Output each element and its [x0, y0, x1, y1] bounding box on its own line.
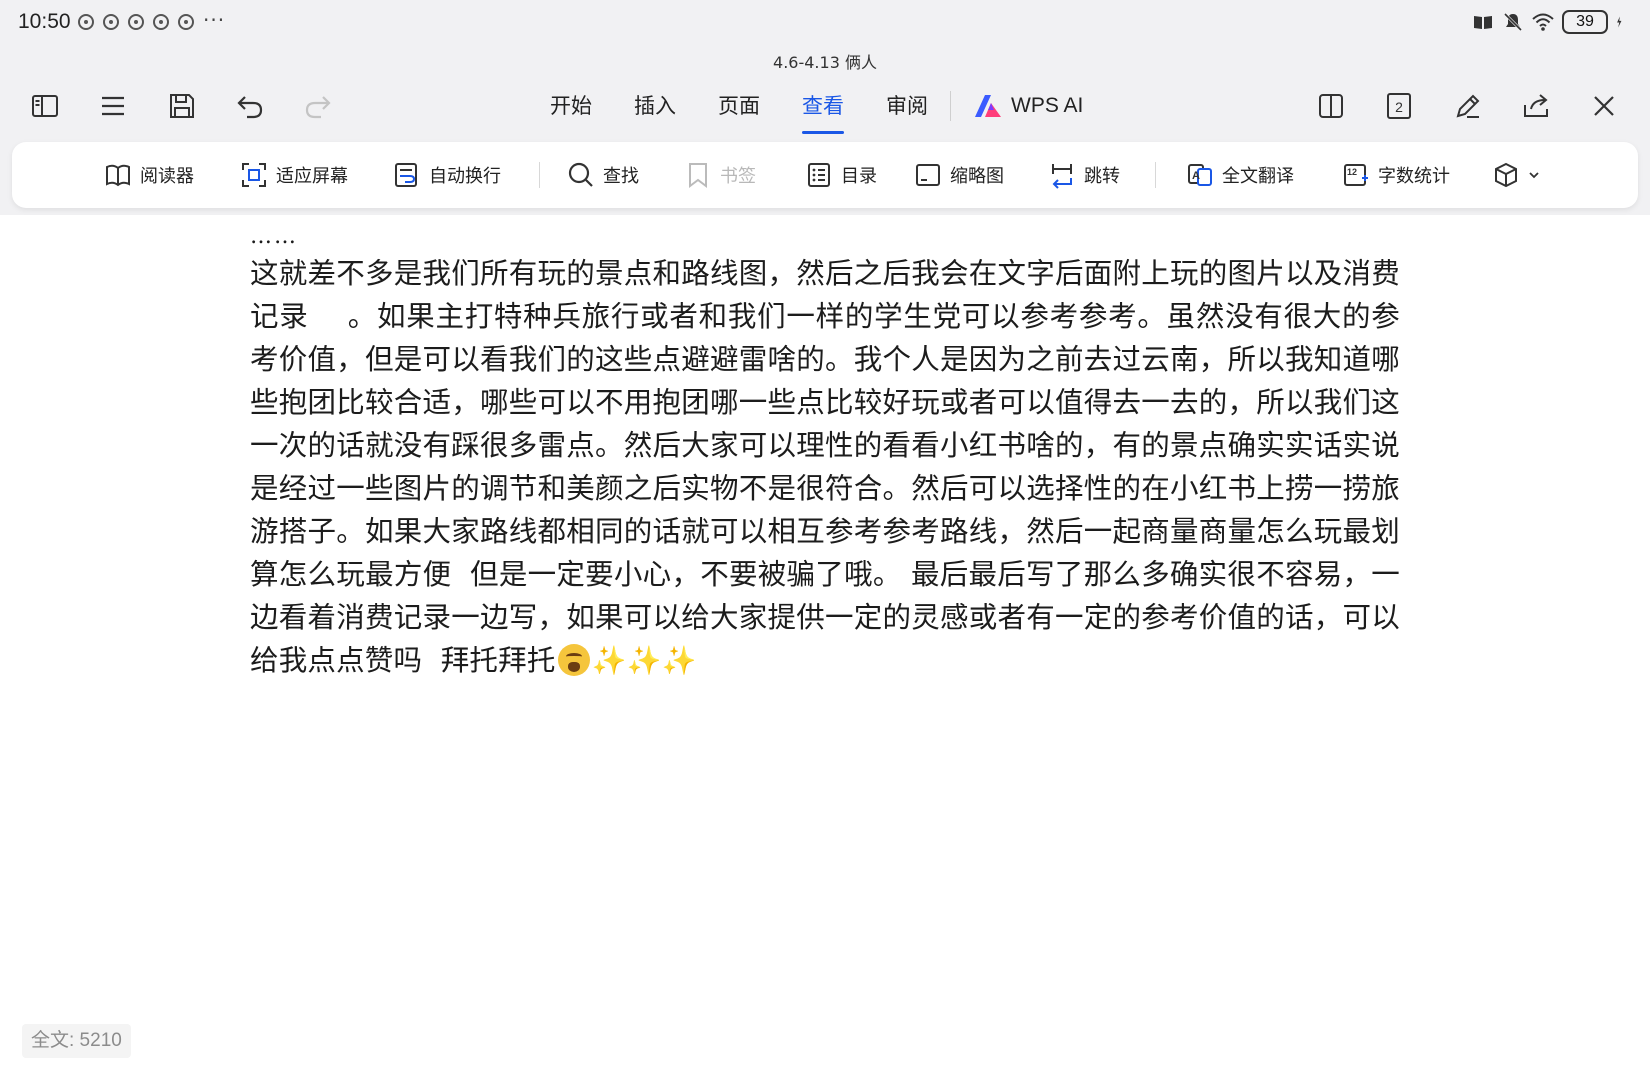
thumbnail-label: 缩略图: [950, 166, 1004, 187]
status-time: 10:50: [18, 10, 71, 33]
bookmark-button[interactable]: 书签: [684, 158, 756, 192]
more-tools-button[interactable]: [1492, 158, 1540, 192]
notification-icon: [78, 14, 94, 30]
translate-icon: A: [1188, 164, 1212, 186]
fit-screen-button[interactable]: 适应屏幕: [240, 158, 348, 192]
auto-wrap-button[interactable]: 自动换行: [393, 158, 501, 192]
svg-text:A: A: [1192, 170, 1200, 182]
book-open-icon: [106, 164, 130, 187]
status-right-group: 39: [1472, 10, 1628, 34]
bookmark-label: 书签: [720, 166, 756, 187]
wps-ai-button[interactable]: WPS AI: [973, 93, 1083, 119]
main-toolbar: 开始 插入 页面 查看 审阅 WPS AI 2: [0, 78, 1650, 134]
auto-wrap-icon: [395, 163, 417, 187]
toc-label: 目录: [841, 166, 877, 187]
crying-face-emoji-icon: [557, 644, 590, 676]
tab-view[interactable]: 查看: [802, 78, 844, 134]
charging-icon: [1617, 16, 1622, 28]
share-icon[interactable]: [1514, 84, 1558, 128]
undo-icon[interactable]: [228, 84, 272, 128]
notification-icon: [103, 14, 119, 30]
page-number-icon[interactable]: 2: [1377, 84, 1421, 128]
thumbnail-icon: [916, 164, 940, 186]
notification-icon: [128, 14, 144, 30]
ribbon-divider: [1155, 162, 1156, 188]
jump-icon: [1052, 164, 1072, 189]
translate-button[interactable]: A 全文翻译: [1186, 158, 1294, 192]
jump-label: 跳转: [1084, 166, 1120, 187]
battery-indicator: 39: [1562, 10, 1608, 34]
tab-divider: [950, 91, 951, 121]
table-of-contents-icon: [808, 163, 830, 187]
fit-screen-label: 适应屏幕: [276, 166, 348, 187]
edit-pen-icon[interactable]: [1446, 84, 1490, 128]
close-icon[interactable]: [1582, 84, 1626, 128]
word-count-indicator[interactable]: 全文: 5210: [22, 1024, 131, 1058]
document-content[interactable]: …… 这就差不多是我们所有玩的景点和路线图，然后之后我会在文字后面附上玩的图片以…: [250, 222, 1400, 682]
document-ellipsis: ……: [250, 224, 298, 249]
status-bar: 10:50 ··· 39: [0, 0, 1650, 46]
auto-wrap-label: 自动换行: [429, 166, 501, 187]
toc-button[interactable]: 目录: [805, 158, 877, 192]
redo-icon[interactable]: [296, 84, 340, 128]
document-title: 4.6-4.13 俩人: [773, 53, 877, 72]
translate-label: 全文翻译: [1222, 166, 1294, 187]
menu-icon[interactable]: [91, 84, 135, 128]
bookmark-icon: [689, 163, 707, 188]
find-label: 查找: [603, 166, 639, 187]
search-icon: [568, 162, 593, 187]
sidebar-icon[interactable]: [23, 84, 67, 128]
wifi-icon: [1532, 13, 1554, 31]
word-count-label: 字数统计: [1378, 166, 1450, 187]
paragraph-text: 这就差不多是我们所有玩的景点和路线图，然后之后我会在文字后面附上玩的图片以及消费…: [250, 257, 1400, 677]
thumbnail-button[interactable]: 缩略图: [914, 158, 1004, 192]
chevron-down-icon: [1529, 172, 1539, 179]
save-icon[interactable]: [160, 84, 204, 128]
split-view-icon[interactable]: [1309, 84, 1353, 128]
tab-page[interactable]: 页面: [718, 78, 760, 134]
svg-text:12: 12: [1347, 167, 1357, 177]
word-count-button[interactable]: 12 字数统计: [1342, 158, 1450, 192]
sparkles-emoji-icon: ✨✨✨: [591, 644, 697, 677]
jump-button[interactable]: 跳转: [1048, 158, 1120, 192]
cube-icon: [1495, 162, 1517, 188]
find-button[interactable]: 查找: [567, 158, 639, 192]
wps-ai-label: WPS AI: [1011, 94, 1084, 117]
book-icon: [1474, 16, 1492, 29]
notification-icon: [153, 14, 169, 30]
reader-label: 阅读器: [140, 166, 194, 187]
notification-icon: [178, 14, 194, 30]
wps-ai-logo-icon: [975, 95, 1001, 117]
notification-icons: [78, 14, 194, 30]
mute-icon: [1503, 12, 1523, 32]
document-paragraph: 这就差不多是我们所有玩的景点和路线图，然后之后我会在文字后面附上玩的图片以及消费…: [250, 252, 1400, 682]
reader-button[interactable]: 阅读器: [104, 158, 194, 192]
tab-insert[interactable]: 插入: [634, 78, 676, 134]
view-ribbon: 阅读器 适应屏幕 自动换行 查找 书签 目录 缩略图 跳转 A 全文翻译 12 …: [12, 142, 1638, 208]
fit-screen-icon: [242, 163, 266, 187]
ribbon-divider: [539, 162, 540, 188]
page-badge: 2: [1395, 99, 1403, 115]
word-count-icon: 12: [1344, 164, 1368, 186]
status-more-icon: ···: [203, 8, 226, 32]
tab-review[interactable]: 审阅: [886, 78, 928, 134]
ribbon-tabs: 开始 插入 页面 查看 审阅 WPS AI: [550, 78, 1083, 134]
tab-home[interactable]: 开始: [550, 78, 592, 134]
